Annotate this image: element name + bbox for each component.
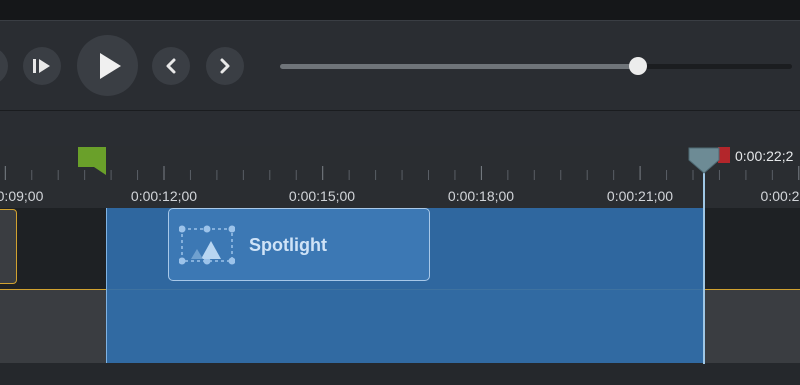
previous-clip[interactable] — [0, 209, 17, 284]
bottom-strip — [0, 363, 800, 385]
top-strip — [0, 0, 800, 20]
chevron-left-icon — [166, 58, 176, 74]
ruler-label: 0:00:18;00 — [447, 188, 515, 204]
timeline-toolbar — [0, 110, 800, 147]
playhead-line — [703, 170, 705, 364]
spotlight-icon — [179, 225, 235, 265]
ruler-label: 0:00:21;00 — [606, 188, 674, 204]
chevron-right-icon — [220, 58, 230, 74]
play-button[interactable] — [77, 35, 138, 96]
in-point-marker[interactable] — [78, 147, 106, 175]
next-frame-icon — [33, 59, 50, 73]
ruler-label: 0:00:15;00 — [288, 188, 356, 204]
next-button[interactable] — [206, 47, 244, 85]
playhead-time: 0:00:22;2 — [735, 148, 794, 164]
playhead-handle[interactable] — [686, 146, 722, 174]
ruler-ticks — [4, 166, 800, 180]
ruler-label: 0:00:2 — [760, 188, 800, 204]
spotlight-clip[interactable]: Spotlight — [168, 208, 430, 281]
ruler-label: 0:00:12;00 — [130, 188, 198, 204]
clip-label: Spotlight — [249, 235, 327, 255]
previous-button[interactable] — [152, 47, 190, 85]
scrubber-fill — [280, 64, 638, 69]
next-frame-button[interactable] — [23, 47, 61, 85]
play-icon — [99, 52, 121, 79]
scrubber-handle[interactable] — [629, 57, 647, 75]
ruler-label: 0:09;00 — [0, 188, 44, 204]
